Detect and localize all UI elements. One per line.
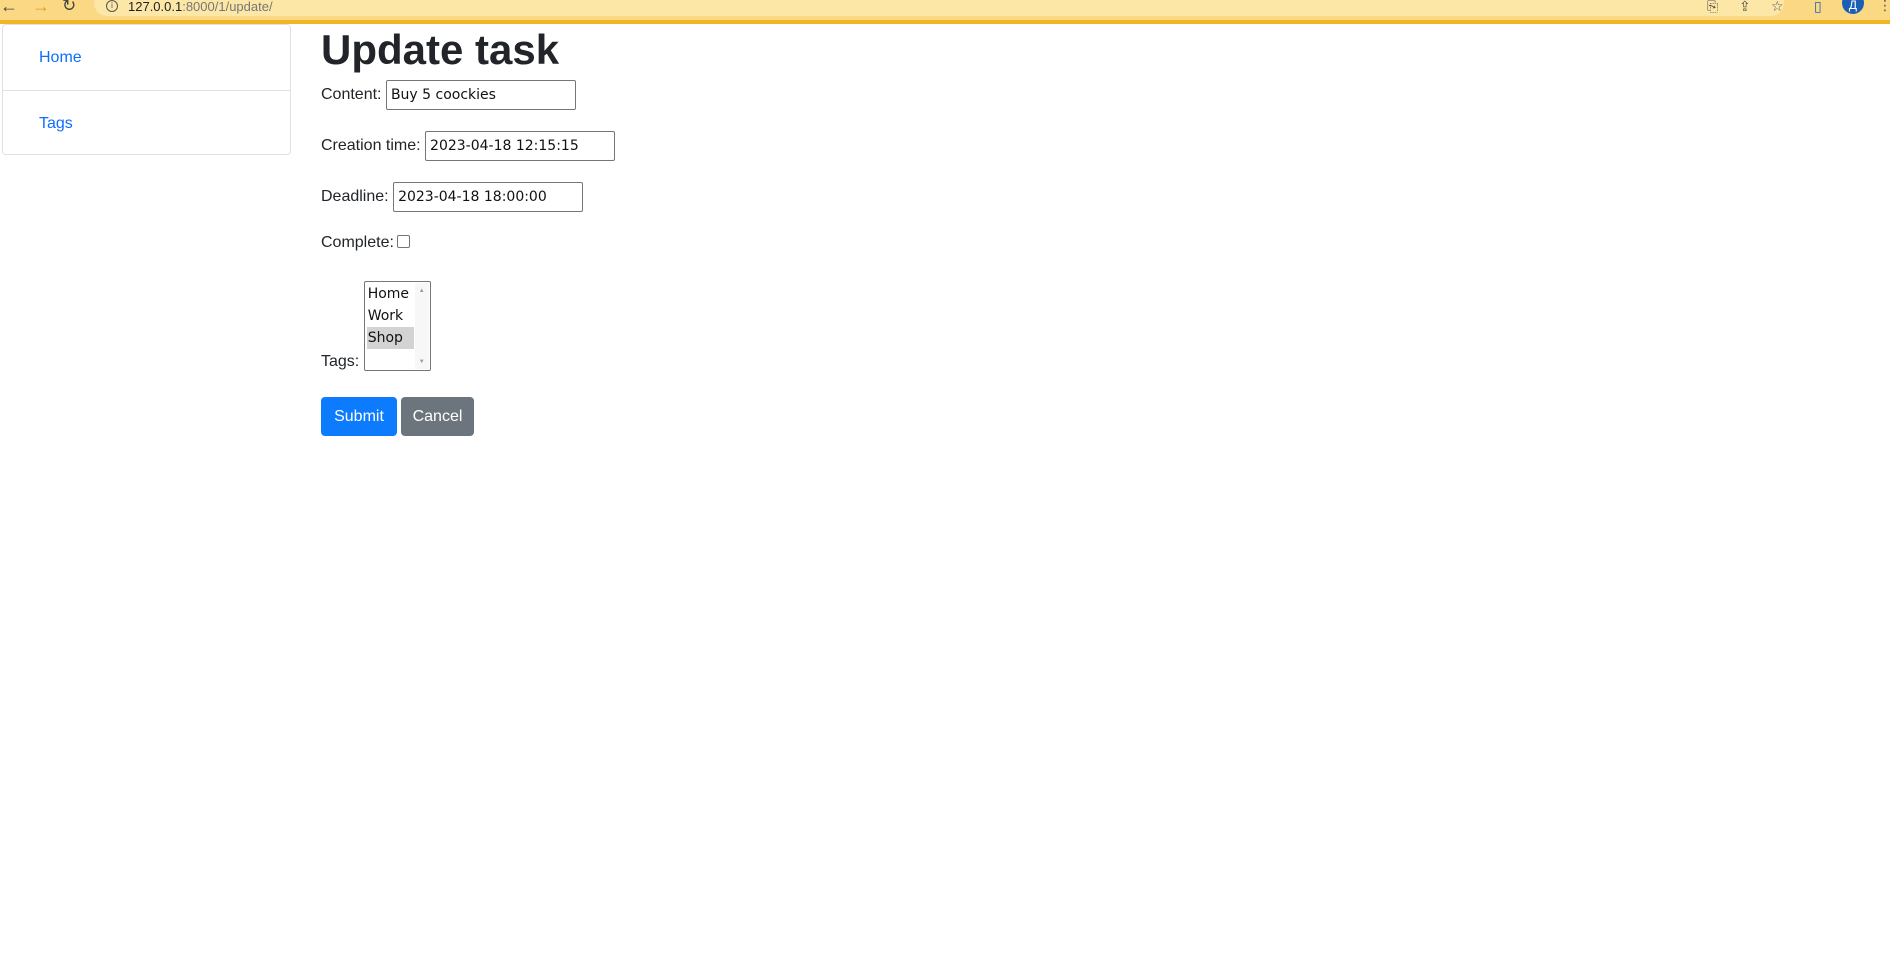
sidebar-item-home[interactable]: Home	[3, 25, 290, 90]
address-bar[interactable]: i 127.0.0.1:8000/1/update/	[94, 0, 1784, 16]
reload-icon[interactable]: ↻	[62, 0, 76, 15]
page-title: Update task	[321, 26, 560, 73]
url-text[interactable]: 127.0.0.1:8000/1/update/	[128, 0, 273, 14]
forward-arrow-icon[interactable]: →	[32, 0, 50, 15]
content-label: Content:	[321, 86, 382, 103]
side-panel-icon[interactable]: ▯	[1814, 0, 1822, 14]
back-arrow-icon[interactable]: ←	[0, 0, 18, 15]
tags-label: Tags:	[321, 353, 360, 370]
creation-time-row: Creation time:	[321, 131, 616, 161]
menu-kebab-icon[interactable]: ⋮	[1878, 0, 1890, 14]
deadline-input[interactable]	[393, 182, 584, 212]
tag-option-home[interactable]: Home	[367, 283, 414, 305]
scroll-down-arrow-icon[interactable]: ▼	[419, 359, 425, 365]
sidebar-nav: Home Tags	[2, 24, 291, 155]
submit-button[interactable]: Submit	[321, 397, 397, 436]
content-input[interactable]	[385, 80, 576, 110]
tags-multiselect[interactable]: Home Work Shop ▲ ▼	[363, 281, 431, 371]
sidebar-item-tags[interactable]: Tags	[3, 90, 290, 155]
deadline-row: Deadline:	[321, 182, 584, 212]
deadline-label: Deadline:	[321, 188, 389, 205]
complete-row: Complete:	[321, 234, 410, 252]
bookmark-star-icon[interactable]: ☆	[1771, 0, 1784, 14]
complete-checkbox[interactable]	[396, 234, 410, 248]
tag-option-shop[interactable]: Shop	[366, 327, 414, 349]
tag-option-work[interactable]: Work	[367, 305, 414, 327]
profile-avatar[interactable]: Д	[1842, 0, 1864, 14]
share-icon[interactable]: ⇪	[1739, 0, 1751, 14]
content-row: Content:	[321, 80, 576, 110]
listbox-scrollbar[interactable]: ▲ ▼	[414, 283, 429, 369]
creation-time-input[interactable]	[425, 131, 616, 161]
translate-icon[interactable]: ⎘	[1707, 0, 1718, 14]
tags-row: Tags: Home Work Shop ▲ ▼	[321, 281, 431, 371]
site-info-icon[interactable]: i	[106, 0, 118, 12]
main-content: Update task Content: Creation time: Dead…	[321, 24, 616, 436]
complete-label: Complete:	[321, 234, 394, 251]
cancel-button[interactable]: Cancel	[401, 397, 474, 436]
scroll-up-arrow-icon[interactable]: ▲	[419, 288, 425, 294]
creation-time-label: Creation time:	[321, 137, 421, 154]
browser-toolbar: ← → ↻ i 127.0.0.1:8000/1/update/ ⎘ ⇪ ☆ ▯…	[0, 0, 1890, 24]
